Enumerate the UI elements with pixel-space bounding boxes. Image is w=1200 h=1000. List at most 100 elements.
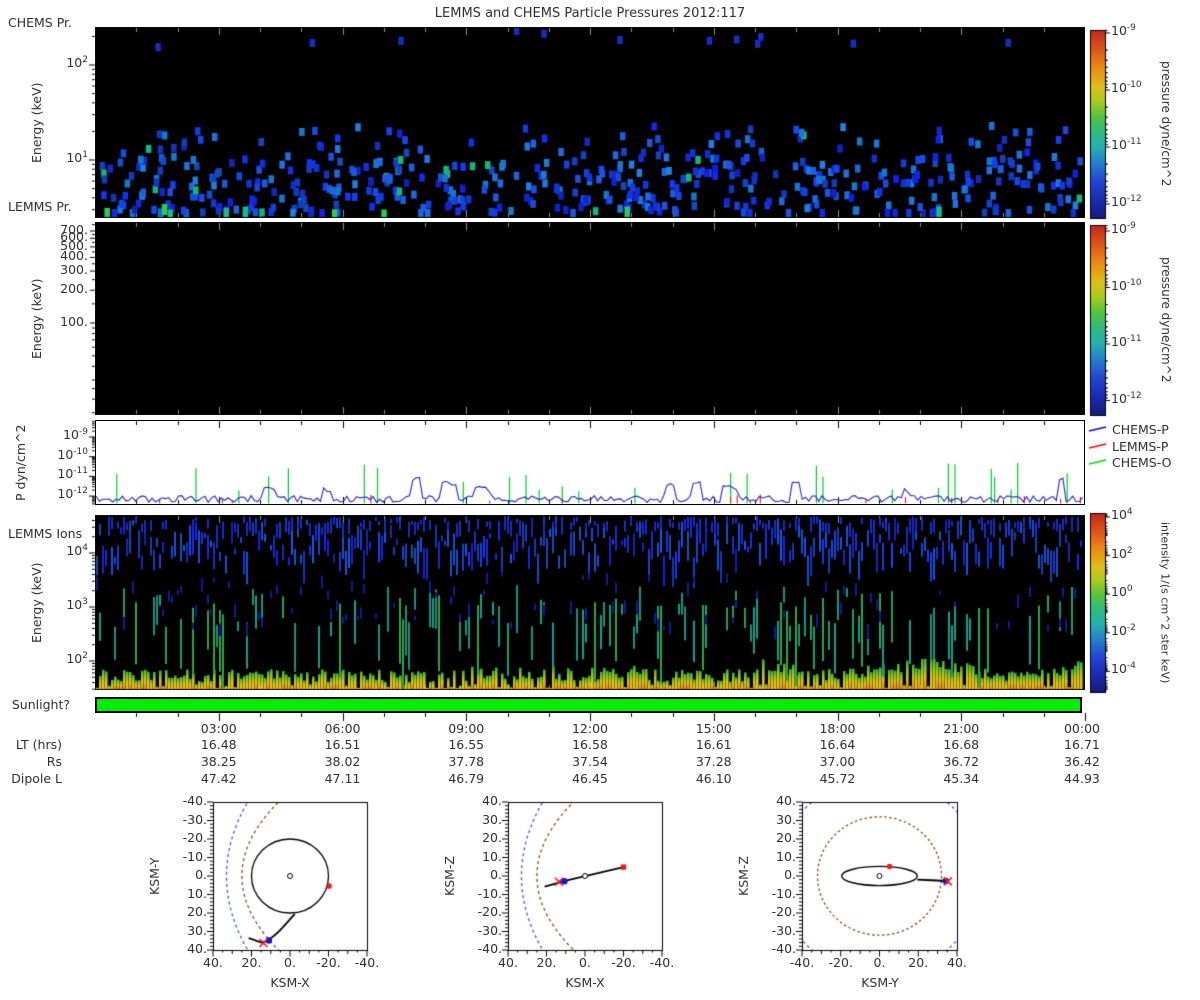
- ephemeris-value: 37.78: [448, 754, 485, 769]
- panel2-ytick: 200.: [60, 281, 88, 297]
- orbit1-ytick: 0.: [195, 867, 207, 882]
- ephemeris-value: 46.45: [572, 771, 608, 786]
- colorbar2-tick: 10-9: [1111, 220, 1136, 236]
- legend-entry-lemms-p: LEMMS-P: [1112, 439, 1169, 454]
- ephemeris-value: 16.55: [448, 737, 485, 752]
- chart-title: LEMMS and CHEMS Particle Pressures 2012:…: [434, 6, 746, 21]
- ephemeris-value: 38.02: [324, 754, 361, 769]
- orbit2-ytick: -40.: [477, 941, 502, 956]
- orbit2-x-axis-label: KSM-X: [565, 975, 605, 990]
- orbit2-ytick: -20.: [477, 904, 502, 919]
- orbit3-ytick: -20.: [771, 904, 796, 919]
- ephemeris-value: 45.72: [819, 771, 856, 786]
- ephemeris-value: 46.79: [448, 771, 485, 786]
- ephemeris-value: 38.25: [200, 754, 237, 769]
- colorbar3-label: intensity 1/(s cm^2 ster keV): [1158, 521, 1172, 684]
- orbit3-y-axis-label: KSM-Z: [736, 856, 751, 896]
- panel3-y-axis-label: P dyn/cm^2: [13, 424, 28, 501]
- colorbar1-tick: 10-10: [1111, 79, 1142, 95]
- orbit2-ytick: 10.: [482, 848, 502, 864]
- panel3-ytick: 10-11: [57, 466, 88, 482]
- hour-label: 06:00: [324, 721, 361, 736]
- colorbar1-tick: 10-9: [1111, 22, 1136, 38]
- row-header-dipole: Dipole L: [11, 771, 62, 786]
- orbit2-ytick: 20.: [482, 830, 502, 845]
- ephemeris-value: 16.48: [200, 737, 237, 752]
- hour-label: 03:00: [200, 721, 237, 736]
- orbit2-ytick: 0.: [490, 867, 502, 882]
- panel4-ytick: 102: [66, 650, 88, 666]
- panel3-ytick: 10-9: [63, 426, 88, 442]
- ephemeris-value: 16.64: [819, 737, 856, 752]
- orbit2-xtick: -40.: [649, 955, 675, 970]
- plot-page: LEMMS and CHEMS Particle Pressures 2012:…: [0, 0, 1200, 1000]
- colorbar3-tick: 10-2: [1111, 622, 1136, 638]
- colorbar2-label: pressure dyne/cm^2: [1158, 257, 1173, 383]
- orbit1-ytick: -10.: [182, 848, 207, 864]
- ephemeris-value: 47.11: [324, 771, 361, 786]
- ephemeris-value: 16.51: [324, 737, 361, 752]
- panel3-ytick: 10-12: [57, 485, 88, 502]
- orbit1-xtick: -40.: [354, 955, 380, 970]
- hour-label: 12:00: [571, 721, 609, 736]
- row-header-lt: LT (hrs): [15, 737, 62, 752]
- colorbar2-tick: 10-10: [1111, 277, 1142, 293]
- orbit1-ytick: -40.: [182, 793, 207, 808]
- colorbar1-label: pressure dyne/cm^2: [1158, 61, 1173, 187]
- ephemeris-value: 16.68: [943, 737, 980, 752]
- orbit1-x-axis-label: KSM-X: [270, 975, 310, 990]
- ephemeris-value: 16.71: [1064, 737, 1100, 752]
- colorbar1-tick: 10-12: [1111, 193, 1142, 209]
- orbit3-ytick: -10.: [771, 885, 796, 901]
- ephemeris-value: 47.42: [200, 771, 237, 786]
- orbit3-ytick: 0.: [784, 867, 796, 882]
- row-header-rs: Rs: [46, 754, 62, 769]
- hour-label: 00:00: [1063, 721, 1101, 736]
- colorbar1-tick: 10-11: [1111, 136, 1142, 152]
- sunlight-row-label: Sunlight?: [11, 697, 70, 712]
- colorbar2-tick: 10-11: [1111, 333, 1142, 349]
- ephemeris-value: 37.00: [819, 754, 856, 769]
- hour-label: 15:00: [695, 721, 732, 736]
- colorbar3-tick: 104: [1111, 506, 1133, 522]
- orbit2-ytick: 30.: [482, 811, 502, 827]
- orbit1-ytick: -30.: [182, 811, 207, 827]
- orbit3-x-axis-label: KSM-Y: [861, 975, 899, 990]
- orbit2-y-axis-label: KSM-Z: [442, 856, 457, 896]
- ephemeris-value: 36.42: [1064, 754, 1100, 769]
- ephemeris-value: 46.10: [695, 771, 732, 786]
- colorbar3-tick: 100: [1111, 584, 1133, 600]
- ephemeris-value: 37.28: [695, 754, 732, 769]
- orbit3-ytick: -30.: [771, 922, 796, 938]
- ephemeris-value: 16.61: [695, 737, 732, 752]
- orbit3-ytick: 40.: [776, 793, 796, 808]
- panel1-ytick: 101: [66, 149, 88, 165]
- panel2-ytick: 300.: [60, 262, 88, 278]
- colorbar3-tick: 10-4: [1111, 661, 1136, 677]
- orbit3-ytick: 20.: [776, 830, 796, 845]
- legend-entry-chems-o: CHEMS-O: [1112, 455, 1172, 470]
- hour-label: 18:00: [819, 721, 856, 736]
- orbit1-ytick: 30.: [187, 922, 207, 938]
- ephemeris-value: 44.93: [1064, 771, 1100, 786]
- orbit3-xtick: 40.: [947, 955, 967, 970]
- panel1-ytick: 102: [66, 54, 88, 70]
- orbit1-y-axis-label: KSM-Y: [147, 857, 162, 895]
- panel4-ytick: 103: [66, 596, 88, 612]
- panel4-row-label: LEMMS Ions: [8, 526, 83, 541]
- panel4-ytick: 104: [66, 542, 88, 558]
- orbit1-ytick: -20.: [182, 830, 207, 845]
- orbit1-ytick: 20.: [187, 904, 207, 919]
- panel3-ytick: 10-10: [57, 446, 88, 462]
- hour-label: 21:00: [943, 721, 980, 736]
- panel2-ytick: 100.: [60, 314, 88, 330]
- orbit2-ytick: -30.: [477, 922, 502, 938]
- orbit2-ytick: -10.: [477, 885, 502, 901]
- legend-entry-chems-p: CHEMS-P: [1112, 422, 1169, 437]
- hour-label: 09:00: [448, 721, 485, 736]
- colorbar3-tick: 102: [1111, 545, 1133, 561]
- orbit2-ytick: 40.: [482, 793, 502, 808]
- orbit3-ytick: 30.: [776, 811, 796, 827]
- orbit1-ytick: 40.: [187, 941, 207, 956]
- ephemeris-value: 16.58: [572, 737, 608, 752]
